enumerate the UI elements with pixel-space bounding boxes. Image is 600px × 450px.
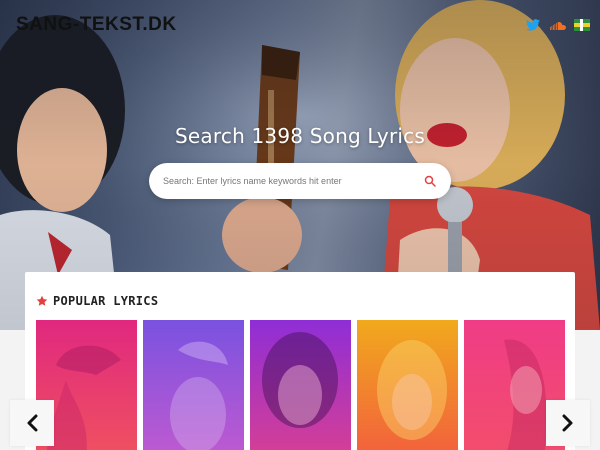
card-artist-image xyxy=(357,320,458,450)
carousel-next-button[interactable] xyxy=(546,400,590,446)
section-header: POPULAR LYRICS xyxy=(36,294,158,308)
card-artist-image xyxy=(143,320,244,450)
chevron-right-icon xyxy=(562,414,573,432)
soundcloud-icon[interactable] xyxy=(550,18,566,30)
card-artist-image xyxy=(250,320,351,450)
lyrics-card[interactable] xyxy=(250,320,351,450)
star-icon xyxy=(36,295,48,306)
chevron-left-icon xyxy=(27,414,38,432)
social-links xyxy=(526,18,590,31)
lyrics-carousel xyxy=(36,320,565,450)
search-button[interactable] xyxy=(421,172,439,190)
search-icon xyxy=(424,175,436,187)
hero-title: Search 1398 Song Lyrics xyxy=(175,124,425,148)
section-title: POPULAR LYRICS xyxy=(53,294,159,308)
lyrics-card[interactable] xyxy=(143,320,244,450)
carousel-prev-button[interactable] xyxy=(10,400,54,446)
site-logo[interactable]: SANG-TEKST.DK xyxy=(16,14,177,36)
popular-lyrics-section: POPULAR LYRICS xyxy=(25,272,575,450)
search-bar xyxy=(149,163,451,199)
search-input[interactable] xyxy=(163,176,421,186)
lyrics-card[interactable] xyxy=(357,320,458,450)
twitter-icon[interactable] xyxy=(526,18,540,31)
flag-icon[interactable] xyxy=(574,18,590,31)
